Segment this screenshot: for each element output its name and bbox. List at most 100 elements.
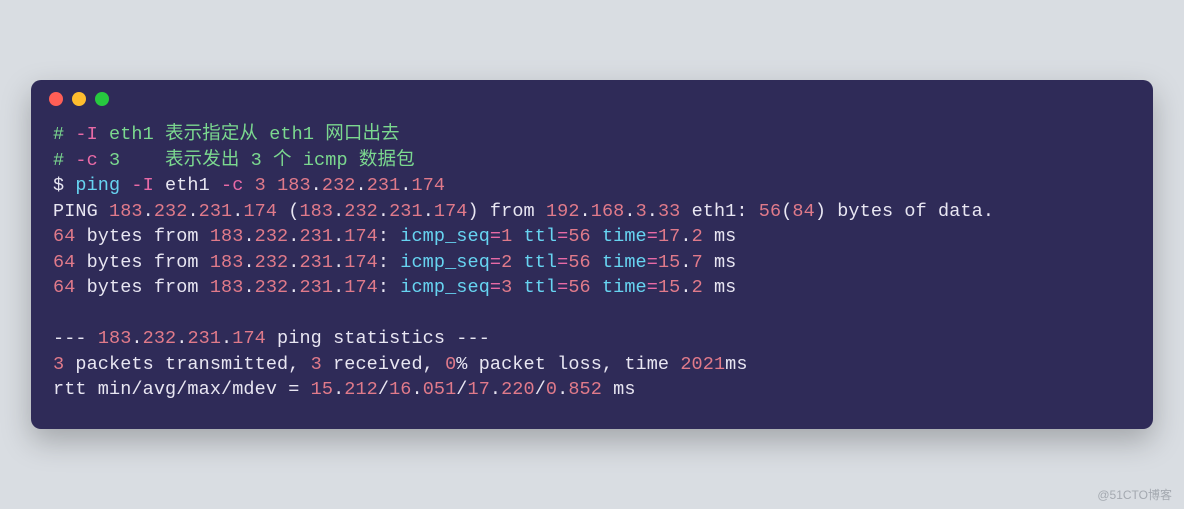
comment-flag: -I [75, 124, 97, 145]
ip-octet: 232 [154, 201, 188, 222]
time-key: time [602, 252, 647, 273]
ip-octet: 33 [658, 201, 680, 222]
ip-octet: 183 [109, 201, 143, 222]
comment-text: 个 [262, 150, 303, 171]
window-titlebar [31, 80, 1153, 118]
ip-octet: 168 [591, 201, 625, 222]
ip-octet: 183 [210, 252, 244, 273]
seq-value: 2 [501, 252, 512, 273]
rx-value: 3 [311, 354, 322, 375]
terminal-window: # -I eth1 表示指定从 eth1 网口出去 # -c 3 表示发出 3 … [31, 80, 1153, 429]
comment-hash: # [53, 124, 64, 145]
seq-value: 3 [501, 277, 512, 298]
tx-value: 3 [53, 354, 64, 375]
comment-arg: 3 [109, 150, 120, 171]
ip-octet: 231 [299, 252, 333, 273]
loss-value: 0 [445, 354, 456, 375]
stats-dashes: --- [456, 328, 490, 349]
ip-octet: 174 [243, 201, 277, 222]
ip-octet: 192 [546, 201, 580, 222]
command-flag: -I [131, 175, 153, 196]
ttl-value: 56 [568, 277, 590, 298]
terminal-output[interactable]: # -I eth1 表示指定从 eth1 网口出去 # -c 3 表示发出 3 … [31, 118, 1153, 429]
watermark-label: @51CTO博客 [1097, 486, 1172, 503]
ip-octet: 232 [255, 226, 289, 247]
ip-octet: 174 [434, 201, 468, 222]
time-value: 17 [658, 226, 680, 247]
ip-octet: 231 [187, 328, 221, 349]
time-frac: 2 [692, 226, 703, 247]
seq-value: 1 [501, 226, 512, 247]
ttl-key: ttl [524, 226, 558, 247]
ip-octet: 183 [277, 175, 311, 196]
ip-octet: 232 [255, 277, 289, 298]
ping-label: PING [53, 201, 98, 222]
command-flag: -c [221, 175, 243, 196]
ip-octet: 231 [389, 201, 423, 222]
command-arg: eth1 [165, 175, 210, 196]
comment-kw: icmp [303, 150, 348, 171]
from-label: from [479, 201, 546, 222]
minimize-icon[interactable] [72, 92, 86, 106]
comment-text: 表示发出 [120, 150, 250, 171]
time-key: time [602, 277, 647, 298]
ip-octet: 174 [232, 328, 266, 349]
comment-text: 网口出去 [314, 124, 400, 145]
ttl-key: ttl [524, 277, 558, 298]
rtt-min: 15 [311, 379, 333, 400]
size-value: 56 [759, 201, 781, 222]
comment-flag: -c [75, 150, 97, 171]
ip-octet: 174 [344, 277, 378, 298]
ip-octet: 183 [210, 277, 244, 298]
ip-octet: 231 [299, 226, 333, 247]
ip-octet: 174 [412, 175, 446, 196]
ip-octet: 231 [299, 277, 333, 298]
ttl-value: 56 [568, 252, 590, 273]
ip-octet: 231 [199, 201, 233, 222]
rtt-avg: 16 [389, 379, 411, 400]
stats-dashes: --- [53, 328, 87, 349]
icmp-seq-key: icmp_seq [400, 252, 490, 273]
bytes-of-data: bytes of data. [826, 201, 994, 222]
shell-prompt: $ [53, 175, 64, 196]
ip-octet: 232 [344, 201, 378, 222]
rtt-prefix: rtt min/avg/max/mdev = [53, 379, 311, 400]
comment-text: 数据包 [348, 150, 415, 171]
icmp-seq-key: icmp_seq [400, 277, 490, 298]
elapsed-value: 2021 [680, 354, 725, 375]
command-arg: 3 [255, 175, 266, 196]
iface-label: eth1 [692, 201, 737, 222]
bytes-value: 64 [53, 226, 75, 247]
ip-octet: 232 [255, 252, 289, 273]
ip-octet: 174 [344, 226, 378, 247]
close-icon[interactable] [49, 92, 63, 106]
bytes-value: 64 [53, 277, 75, 298]
comment-kw: 3 [251, 150, 262, 171]
ip-octet: 174 [344, 252, 378, 273]
icmp-seq-key: icmp_seq [400, 226, 490, 247]
ip-octet: 183 [210, 226, 244, 247]
comment-text: 表示指定从 [154, 124, 269, 145]
time-value: 15 [658, 252, 680, 273]
time-key: time [602, 226, 647, 247]
zoom-icon[interactable] [95, 92, 109, 106]
ip-octet: 3 [636, 201, 647, 222]
ip-octet: 183 [299, 201, 333, 222]
comment-arg: eth1 [109, 124, 154, 145]
size-value: 84 [792, 201, 814, 222]
comment-hash: # [53, 150, 64, 171]
time-frac: 2 [692, 277, 703, 298]
ip-octet: 231 [367, 175, 401, 196]
ttl-value: 56 [568, 226, 590, 247]
comment-kw: eth1 [269, 124, 314, 145]
time-frac: 7 [692, 252, 703, 273]
bytes-value: 64 [53, 252, 75, 273]
ip-octet: 232 [143, 328, 177, 349]
stats-title: ping statistics [266, 328, 456, 349]
command-name: ping [75, 175, 120, 196]
ttl-key: ttl [524, 252, 558, 273]
ip-octet: 232 [322, 175, 356, 196]
rtt-max: 17 [468, 379, 490, 400]
time-value: 15 [658, 277, 680, 298]
rtt-mdev: 0 [546, 379, 557, 400]
